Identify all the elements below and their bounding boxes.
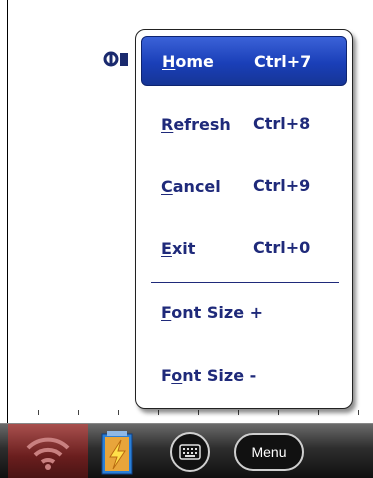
scroll-tick-marks [8,410,373,422]
menu-item-cancel[interactable]: Cancel Ctrl+9 [141,161,347,211]
menu-item-label: Home [162,51,214,71]
window-left-border [7,0,8,423]
keyboard-button[interactable] [170,432,210,472]
menu-item-font-size-increase[interactable]: Font Size + [141,287,347,337]
menu-item-label: Font Size + [161,302,264,322]
menu-item-shortcut: Ctrl+9 [253,176,311,195]
menu-item-shortcut: Ctrl+8 [253,114,311,133]
menu-button[interactable]: Menu [234,433,304,471]
menu-item-exit[interactable]: Exit Ctrl+0 [141,223,347,273]
menu-separator [151,282,339,283]
menu-item-label: Cancel [161,176,221,196]
keyboard-icon [179,444,201,460]
menu-item-shortcut: Ctrl+0 [253,238,311,257]
partial-app-icon [103,51,128,67]
menu-item-font-size-decrease[interactable]: Font Size - [141,350,347,400]
menu-item-label: Exit [161,238,196,258]
menu-item-label: Refresh [161,114,231,134]
menu-item-shortcut: Ctrl+7 [254,52,312,71]
taskbar: Menu [0,423,373,478]
context-menu: Home Ctrl+7 Refresh Ctrl+8 Cancel Ctrl+9… [135,29,353,409]
menu-item-refresh[interactable]: Refresh Ctrl+8 [141,99,347,149]
battery-charging-icon[interactable] [101,431,145,475]
menu-item-label: Font Size - [161,365,257,385]
wifi-status-slot[interactable] [8,424,88,478]
menu-item-home[interactable]: Home Ctrl+7 [141,36,347,86]
wifi-icon [26,437,70,470]
